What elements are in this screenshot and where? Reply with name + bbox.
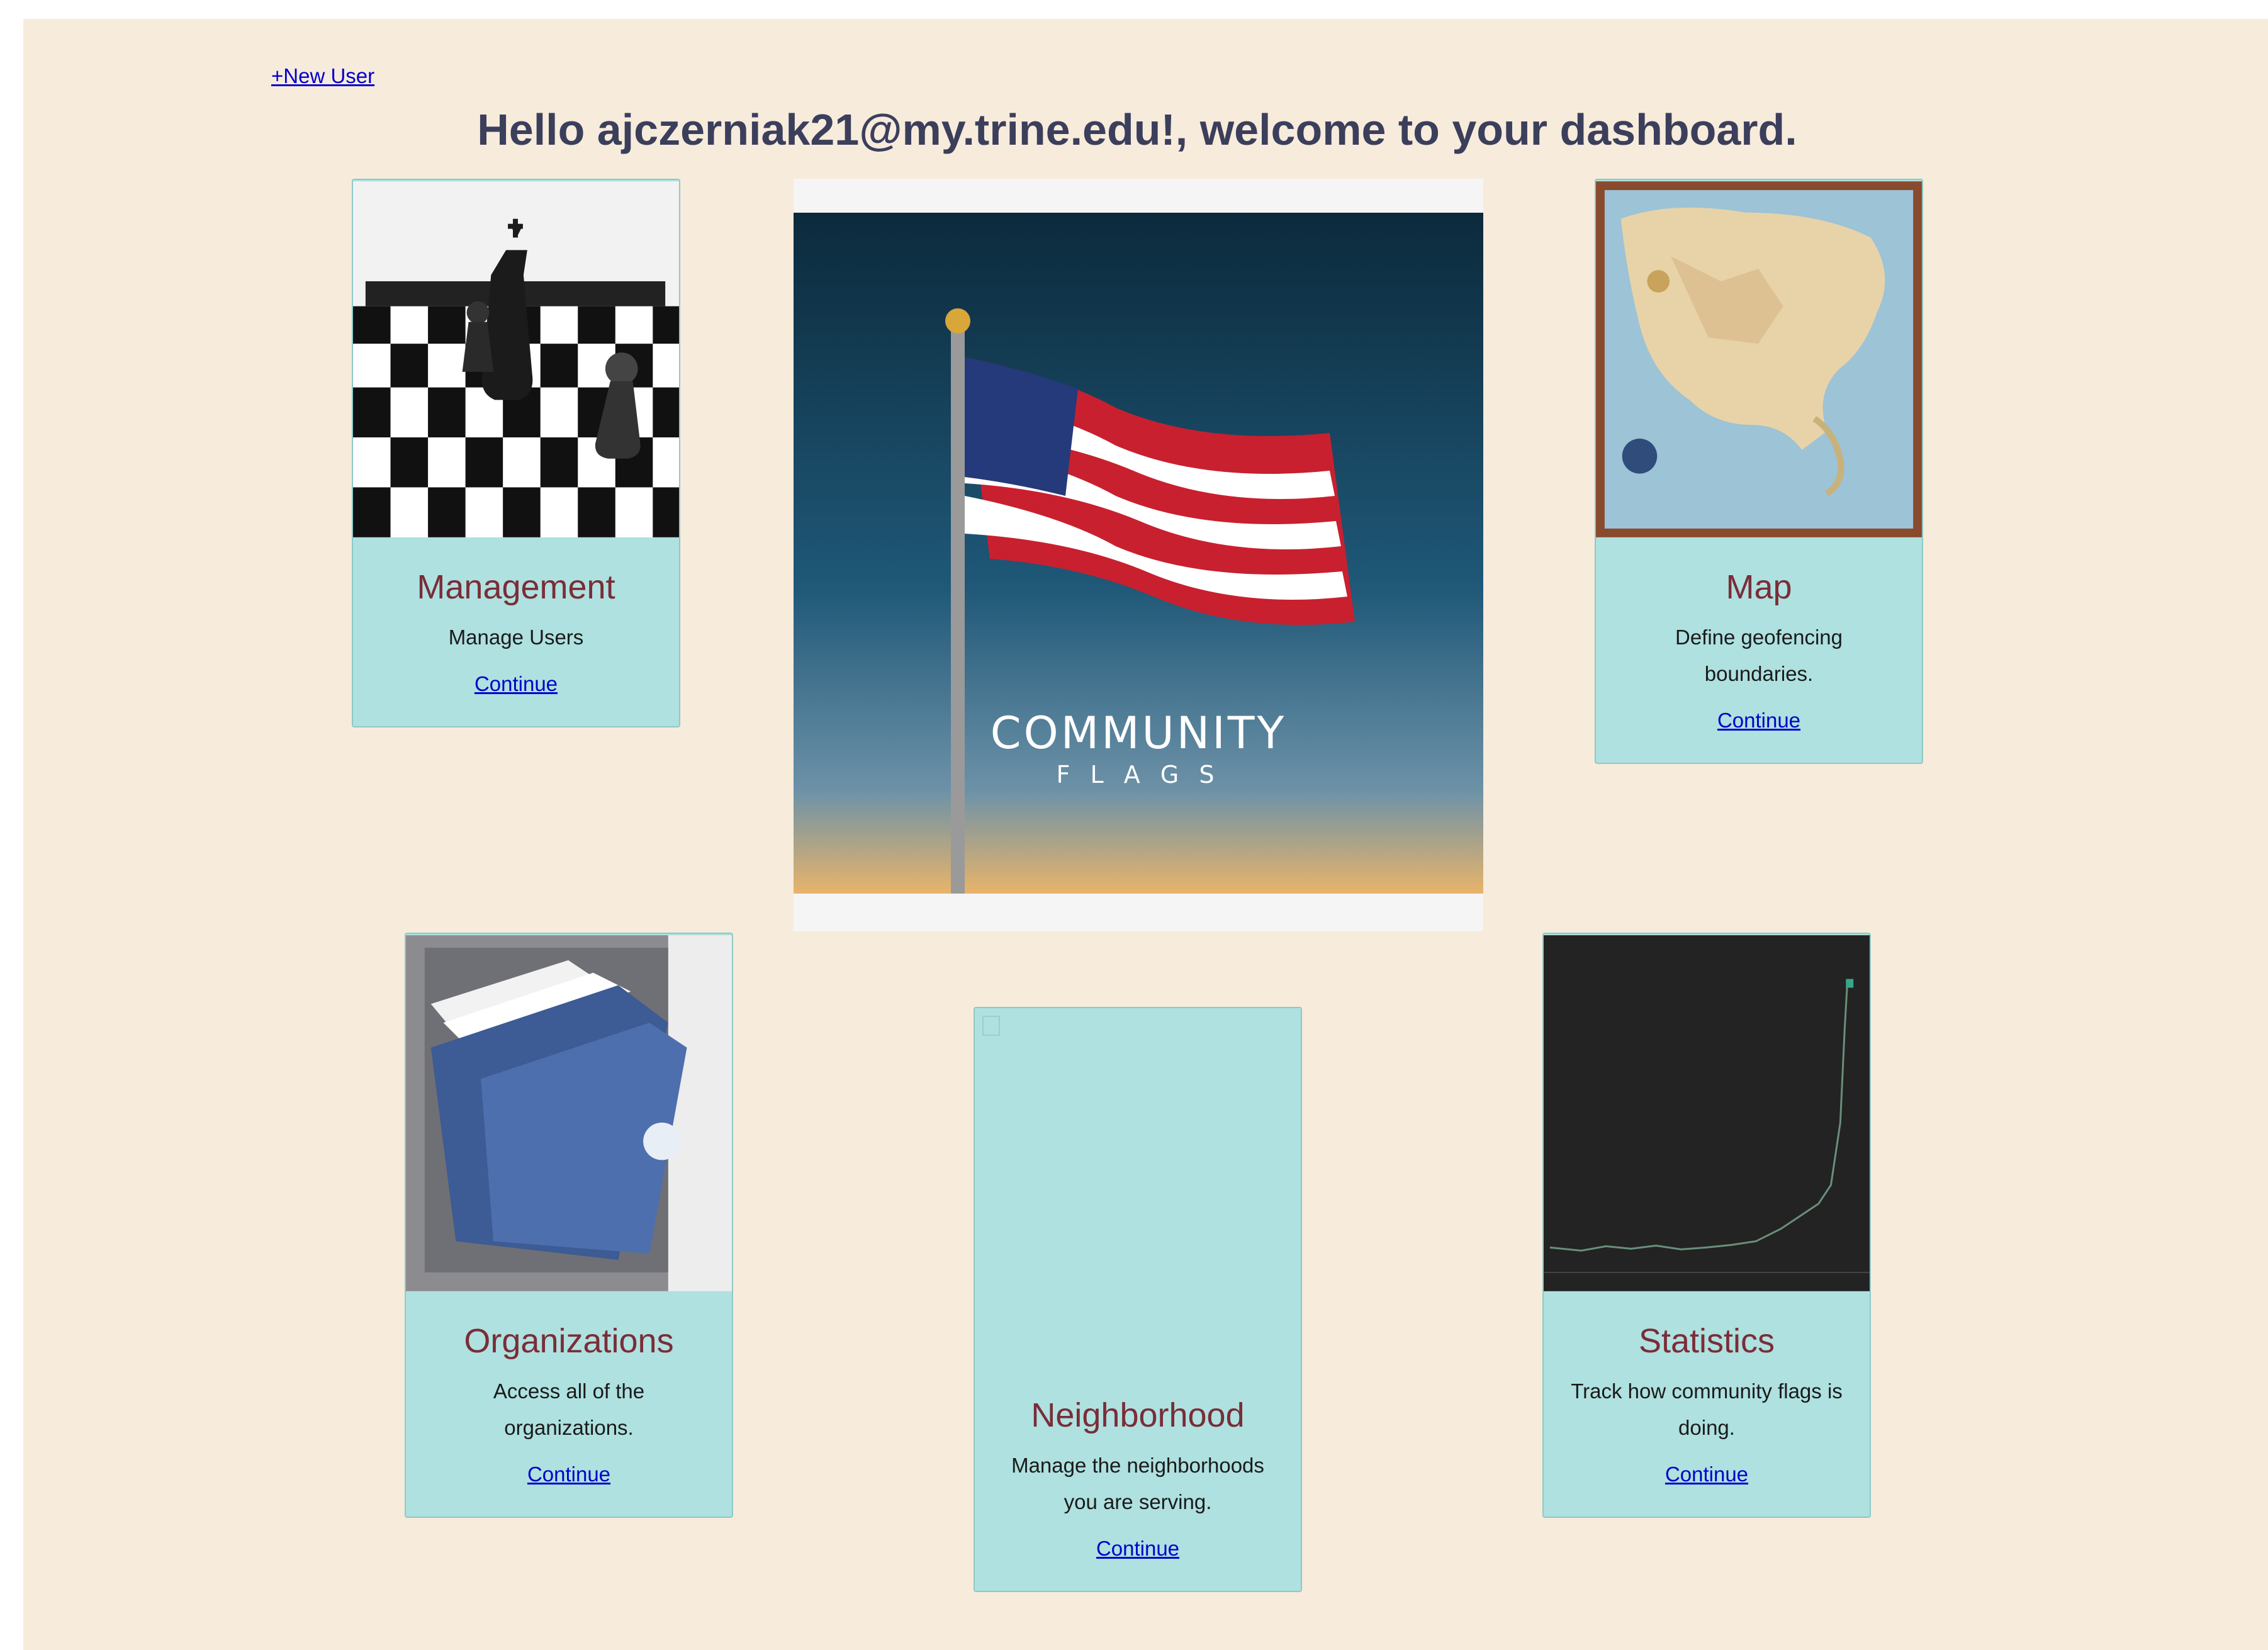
file-cabinet-image [406, 935, 732, 1291]
card-description: Manage Users [448, 626, 584, 649]
card-title: Organizations [464, 1322, 674, 1360]
card-title: Management [417, 568, 615, 606]
neighborhood-continue-link[interactable]: Continue [975, 1537, 1301, 1561]
chess-image [353, 181, 679, 537]
broken-image-placeholder [975, 1008, 1301, 1367]
card-title: Neighborhood [1031, 1396, 1245, 1434]
new-user-link[interactable]: +New User [271, 64, 374, 88]
organizations-card: Organizations Access all of the organiza… [405, 933, 733, 1518]
map-image [1596, 181, 1922, 537]
card-description: Track how community flags is doing. [1571, 1379, 1843, 1439]
page-title: Hello ajczerniak21@my.trine.edu!, welcom… [477, 105, 1797, 154]
card-description: Access all of the organizations. [493, 1379, 645, 1439]
management-card: Management Manage Users Continue [352, 179, 680, 727]
stock-chart-image [1544, 935, 1870, 1291]
card-description: Manage the neighborhoods you are serving… [1011, 1454, 1264, 1513]
card-title: Map [1726, 568, 1792, 606]
community-flags-logo: COMMUNITY F L A G S [794, 179, 1483, 931]
statistics-continue-link[interactable]: Continue [1544, 1462, 1870, 1486]
map-continue-link[interactable]: Continue [1596, 709, 1922, 732]
map-card: Map Define geofencing boundaries. Contin… [1595, 179, 1923, 764]
card-description: Define geofencing boundaries. [1675, 626, 1843, 685]
logo-line-1: COMMUNITY [990, 707, 1287, 759]
broken-image-icon [982, 1016, 1000, 1036]
dashboard-page: +New User Hello ajczerniak21@my.trine.ed… [23, 19, 2268, 1650]
organizations-continue-link[interactable]: Continue [406, 1462, 732, 1486]
statistics-card: Statistics Track how community flags is … [1542, 933, 1871, 1518]
management-continue-link[interactable]: Continue [353, 672, 679, 696]
neighborhood-card: Neighborhood Manage the neighborhoods yo… [974, 1007, 1302, 1592]
logo-line-2: F L A G S [1056, 761, 1221, 789]
flag-image [794, 213, 1483, 894]
card-title: Statistics [1638, 1322, 1775, 1360]
